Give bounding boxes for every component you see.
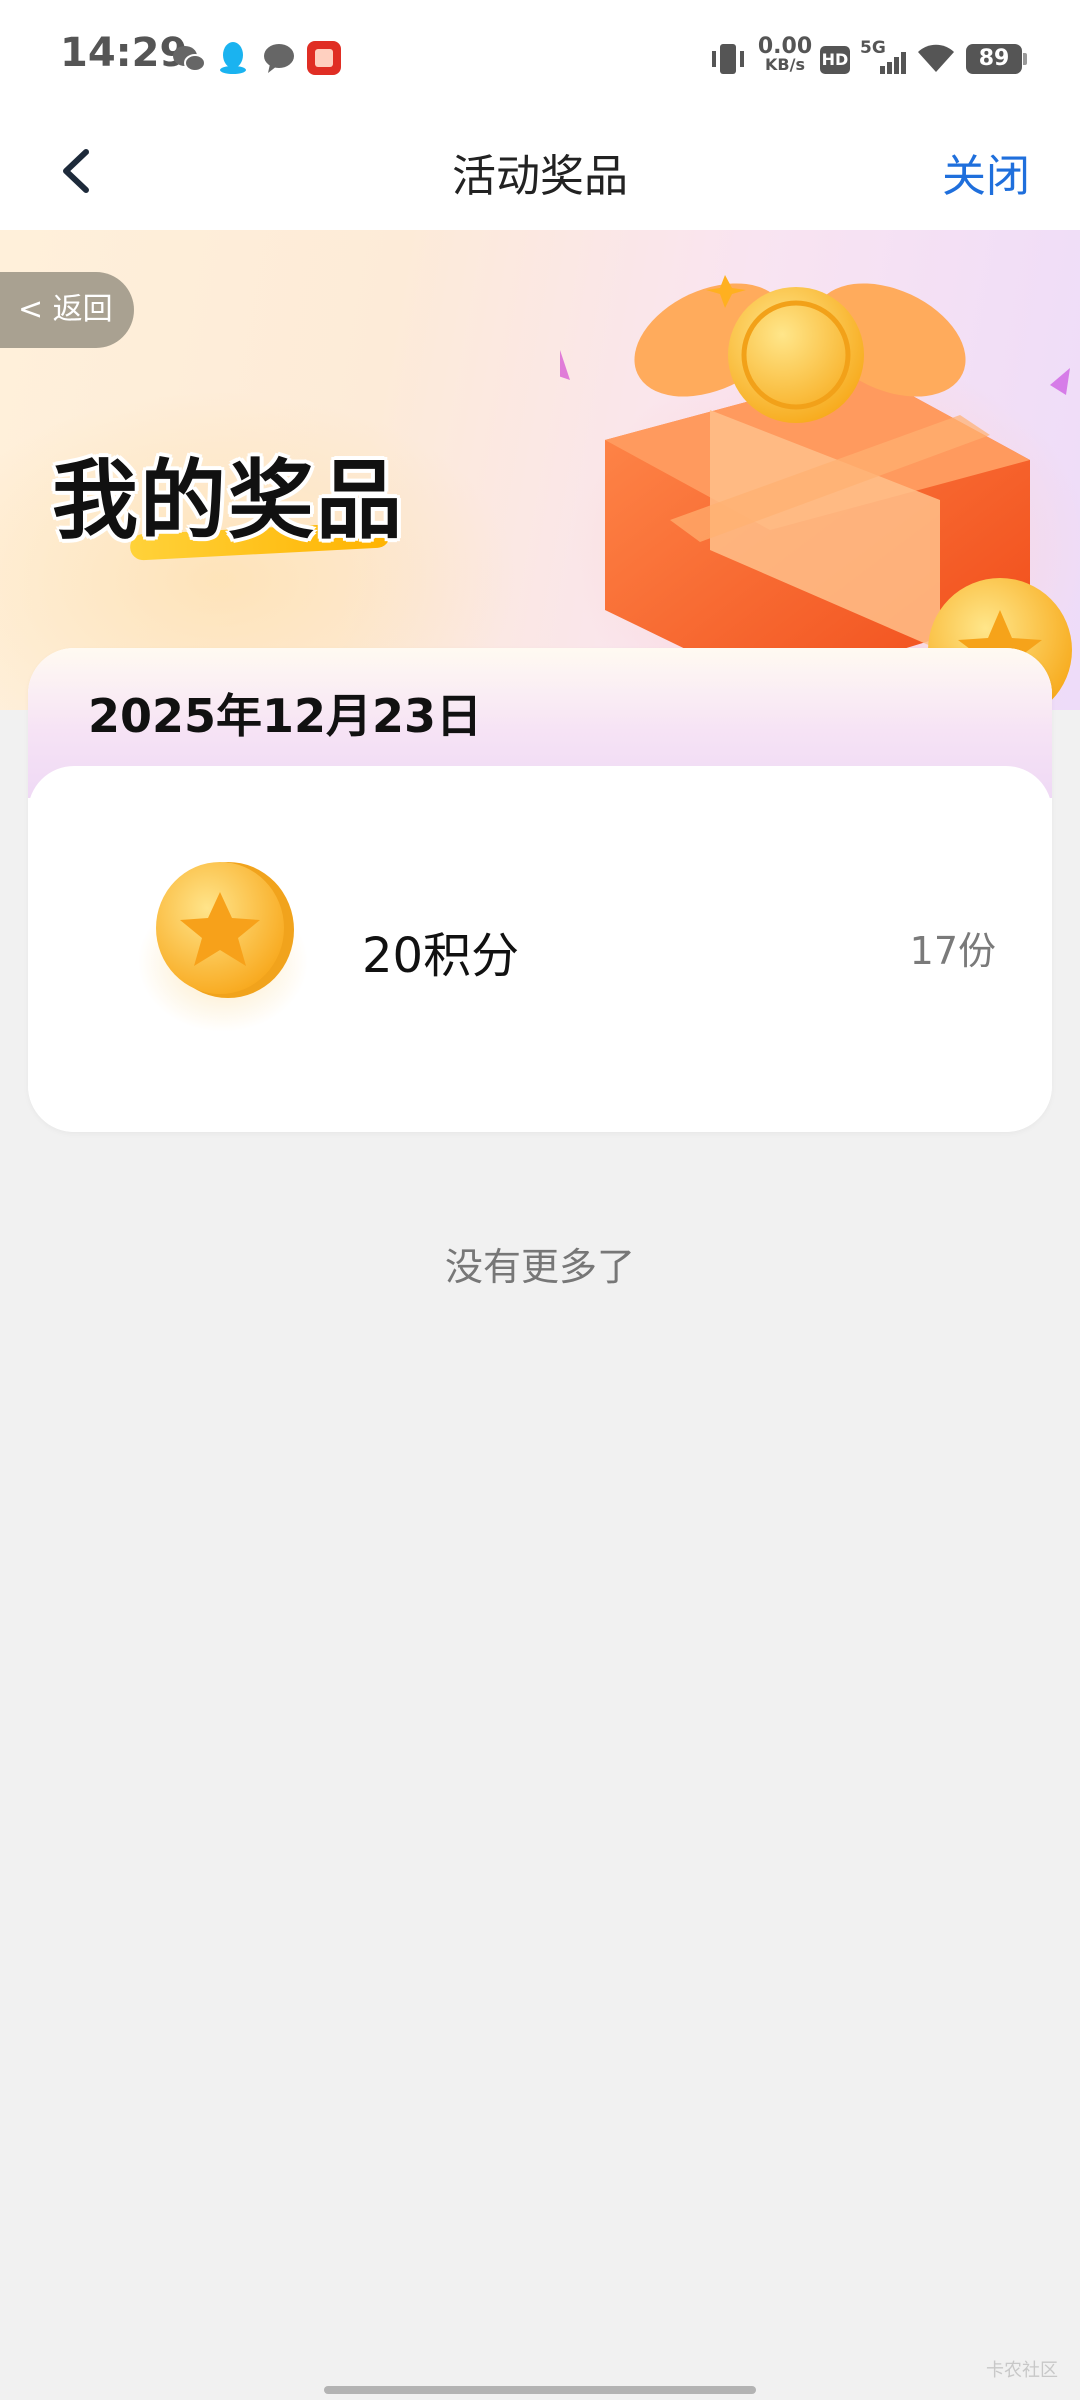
prize-card: 2025年12月23日 20积分 17份 xyxy=(28,648,1052,1132)
hd-label: HD xyxy=(821,50,849,69)
battery-icon: 89 xyxy=(966,44,1022,74)
status-time: 14:29 xyxy=(60,30,188,76)
banner-title: 我的奖品 xyxy=(52,451,404,551)
battery-level: 89 xyxy=(978,46,1010,71)
watermark: 卡农社区 xyxy=(986,2360,1058,2381)
wechat-icon xyxy=(173,46,206,72)
pinduoduo-icon xyxy=(307,41,341,75)
signal-5g-icon: 5G xyxy=(860,38,906,76)
net-speed: 0.00 KB/s xyxy=(756,34,814,74)
hd-icon: HD xyxy=(820,46,850,74)
return-button[interactable]: < 返回 xyxy=(0,272,134,348)
wifi-icon xyxy=(918,44,954,72)
vibrate-icon xyxy=(712,44,744,74)
coin-star-icon xyxy=(138,862,308,1032)
page-title: 活动奖品 xyxy=(452,151,628,202)
status-bar: 14:29 0.00 KB/s HD 5G 89 xyxy=(0,0,1080,116)
nav-bar: 活动奖品 关闭 xyxy=(0,116,1080,230)
prize-list: 20积分 17份 xyxy=(28,766,1052,1132)
prize-quantity: 17份 xyxy=(909,929,996,973)
qq-icon xyxy=(220,42,246,74)
close-button[interactable]: 关闭 xyxy=(942,140,1030,204)
battery-cap xyxy=(1023,53,1027,65)
no-more-text: 没有更多了 xyxy=(444,1245,635,1289)
prize-date: 2025年12月23日 xyxy=(88,689,483,743)
banner: < 返回 我的奖品 xyxy=(0,230,1080,710)
prize-name: 20积分 xyxy=(362,928,520,984)
gift-box-icon xyxy=(560,275,1080,710)
home-indicator[interactable] xyxy=(324,2386,756,2394)
net-speed-value: 0.00 xyxy=(757,34,813,59)
message-icon xyxy=(264,44,294,73)
